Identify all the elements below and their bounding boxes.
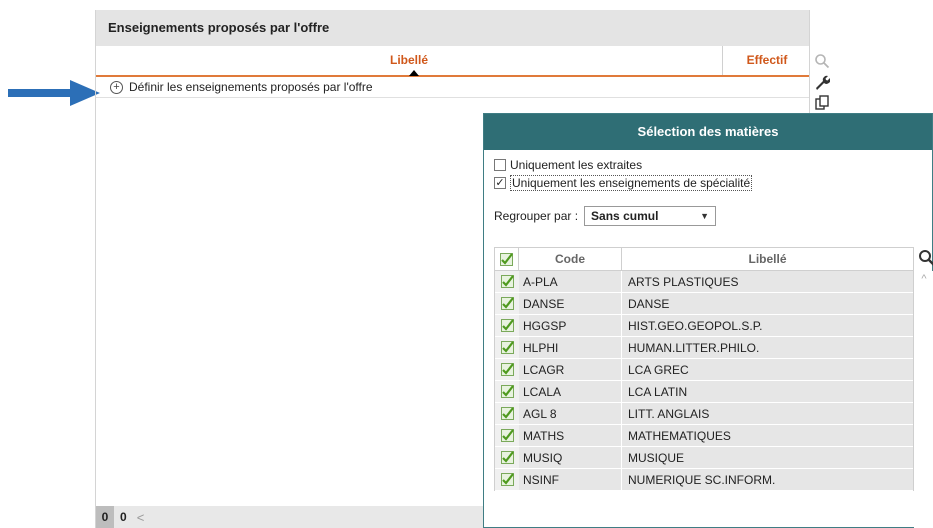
search-icon xyxy=(815,53,830,68)
row-checkbox[interactable] xyxy=(495,337,519,359)
row-checkbox[interactable] xyxy=(495,403,519,425)
filter-extraites[interactable]: Uniquement les extraites xyxy=(494,156,922,174)
search-icon xyxy=(919,250,933,266)
cell-libelle: HUMAN.LITTER.PHILO. xyxy=(622,337,913,359)
page-total: 0 xyxy=(120,510,127,524)
cell-libelle: ARTS PLASTIQUES xyxy=(622,271,913,293)
checkbox-specialite[interactable]: ✓ xyxy=(494,177,506,189)
cell-code: HLPHI xyxy=(519,337,622,359)
define-teachings-label: Définir les enseignements proposés par l… xyxy=(129,80,373,94)
table-row[interactable]: HLPHI HUMAN.LITTER.PHILO. xyxy=(494,337,914,359)
column-effectif[interactable]: Effectif xyxy=(723,46,811,75)
green-check-icon xyxy=(500,319,514,332)
define-teachings-row[interactable]: + Définir les enseignements proposés par… xyxy=(96,77,809,98)
cell-code: LCALA xyxy=(519,381,622,403)
group-by-select[interactable]: Sans cumul ▼ xyxy=(584,206,717,226)
column-code[interactable]: Code xyxy=(519,248,622,270)
sort-indicator-icon xyxy=(409,70,419,76)
green-check-icon xyxy=(500,407,514,420)
table-row[interactable]: AGL 8 LITT. ANGLAIS xyxy=(494,403,914,425)
green-check-icon xyxy=(500,341,514,354)
chevron-up-icon[interactable]: ^ xyxy=(914,273,933,285)
settings-button[interactable] xyxy=(810,71,834,92)
copy-button[interactable] xyxy=(810,92,834,113)
page-prev-button[interactable]: < xyxy=(137,510,145,525)
page-current: 0 xyxy=(96,506,114,528)
table-row[interactable]: MATHS MATHEMATIQUES xyxy=(494,425,914,447)
group-by: Regrouper par : Sans cumul ▼ xyxy=(494,206,922,226)
group-by-label: Regrouper par : xyxy=(494,209,579,223)
cell-code: MUSIQ xyxy=(519,447,622,469)
cell-code: NSINF xyxy=(519,469,622,491)
search-button[interactable] xyxy=(810,50,834,71)
copy-icon xyxy=(815,94,829,110)
checkbox-extraites-label: Uniquement les extraites xyxy=(510,158,643,172)
row-checkbox[interactable] xyxy=(495,271,519,293)
green-check-icon xyxy=(500,473,514,486)
panel-title: Enseignements proposés par l'offre xyxy=(96,10,809,46)
select-all-checkbox[interactable] xyxy=(495,248,519,270)
green-check-icon xyxy=(500,252,513,266)
green-check-icon xyxy=(500,275,514,288)
table-scrollbar[interactable]: ^ xyxy=(914,271,933,528)
row-checkbox[interactable] xyxy=(495,293,519,315)
table-search-button[interactable] xyxy=(918,249,933,267)
cell-code: LCAGR xyxy=(519,359,622,381)
chevron-down-icon: ▼ xyxy=(700,211,710,221)
column-libelle-dialog[interactable]: Libellé xyxy=(622,248,913,270)
group-by-value: Sans cumul xyxy=(591,209,659,223)
checkbox-extraites[interactable] xyxy=(494,159,506,171)
table-row[interactable]: MUSIQ MUSIQUE xyxy=(494,447,914,469)
cell-code: A-PLA xyxy=(519,271,622,293)
cell-libelle: LCA LATIN xyxy=(622,381,913,403)
arrow-right-icon xyxy=(8,80,100,106)
row-checkbox[interactable] xyxy=(495,425,519,447)
column-headers: Libellé Effectif xyxy=(96,46,809,77)
cell-libelle: DANSE xyxy=(622,293,913,315)
cell-libelle: HIST.GEO.GEOPOL.S.P. xyxy=(622,315,913,337)
side-toolbar xyxy=(810,50,834,113)
table-body: A-PLA ARTS PLASTIQUES DANSE DANSE HGGSP HIST.… xyxy=(494,271,914,491)
subject-selection-dialog: Sélection des matières Uniquement les ex… xyxy=(483,113,933,528)
table-row[interactable]: DANSE DANSE xyxy=(494,293,914,315)
subjects-table: Code Libellé A-PLA ARTS PLASTIQUES DANSE DA… xyxy=(494,247,933,528)
plus-circle-icon[interactable]: + xyxy=(110,80,123,94)
dialog-title: Sélection des matières xyxy=(484,114,932,150)
table-header: Code Libellé xyxy=(494,247,914,271)
table-row[interactable]: LCAGR LCA GREC xyxy=(494,359,914,381)
cell-libelle: LCA GREC xyxy=(622,359,913,381)
cell-code: MATHS xyxy=(519,425,622,447)
cell-libelle: LITT. ANGLAIS xyxy=(622,403,913,425)
green-check-icon xyxy=(500,297,514,310)
row-checkbox[interactable] xyxy=(495,381,519,403)
green-check-icon xyxy=(500,363,514,376)
filter-specialite[interactable]: ✓ Uniquement les enseignements de spécia… xyxy=(494,174,922,192)
table-row[interactable]: A-PLA ARTS PLASTIQUES xyxy=(494,271,914,293)
wrench-icon xyxy=(816,75,830,90)
row-checkbox[interactable] xyxy=(495,359,519,381)
row-checkbox[interactable] xyxy=(495,447,519,469)
cell-code: HGGSP xyxy=(519,315,622,337)
row-checkbox[interactable] xyxy=(495,315,519,337)
cell-libelle: NUMERIQUE SC.INFORM. xyxy=(622,469,913,491)
cell-code: DANSE xyxy=(519,293,622,315)
green-check-icon xyxy=(500,429,514,442)
green-check-icon xyxy=(500,385,514,398)
table-row[interactable]: LCALA LCA LATIN xyxy=(494,381,914,403)
green-check-icon xyxy=(500,451,514,464)
cell-libelle: MUSIQUE xyxy=(622,447,913,469)
checkbox-specialite-label: Uniquement les enseignements de spéciali… xyxy=(510,175,753,191)
cell-libelle: MATHEMATIQUES xyxy=(622,425,913,447)
table-row[interactable]: HGGSP HIST.GEO.GEOPOL.S.P. xyxy=(494,315,914,337)
cell-code: AGL 8 xyxy=(519,403,622,425)
row-checkbox[interactable] xyxy=(495,469,519,491)
table-row[interactable]: NSINF NUMERIQUE SC.INFORM. xyxy=(494,469,914,491)
